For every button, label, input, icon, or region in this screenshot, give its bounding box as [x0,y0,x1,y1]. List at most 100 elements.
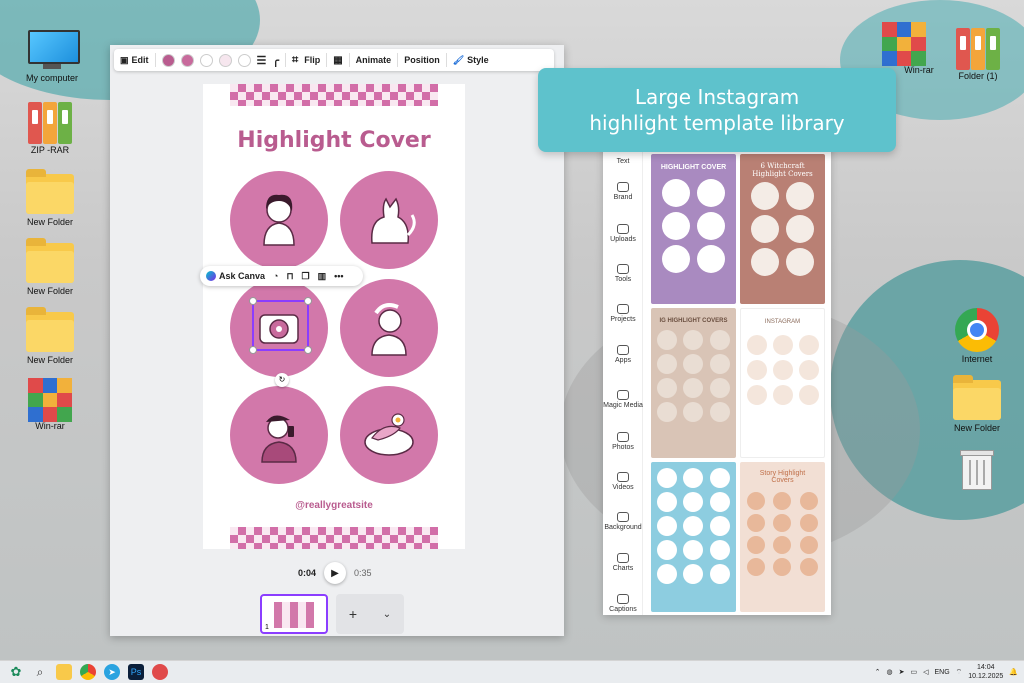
clock[interactable]: 14:04 10.12.2025 [968,663,1003,681]
highlight-circle-phone-woman[interactable] [230,386,328,484]
template-icon-grid [740,178,825,284]
clock-date: 10.12.2025 [968,673,1004,680]
template-card-1[interactable]: HIGHLIGHT COVER [651,154,736,304]
border-style-icon[interactable]: ☰ [257,54,267,67]
rail-item-tools[interactable]: Tools [603,264,643,283]
comment-icon[interactable]: ◔ [273,271,278,281]
rail-item-uploads[interactable]: Uploads [603,224,643,243]
desktop-icon-winrar[interactable]: Win-rar [10,378,90,431]
rail-item-photos[interactable]: Photos [603,432,643,451]
desktop-icon-label: ZIP -RAR [30,145,70,155]
edit-button[interactable]: ▣ Edit [120,55,149,66]
corner-rounding-icon[interactable]: ╭ [272,54,279,67]
desktop-icon-label: Win-rar [35,421,65,431]
color-swatch-4[interactable] [218,53,232,67]
ask-canva-button[interactable]: Ask Canva [206,271,265,281]
style-label: Style [467,55,489,65]
rail-item-projects[interactable]: Projects [603,304,643,323]
rotate-handle-icon[interactable]: ↻ [275,373,289,387]
desktop-icon-recycle-bin[interactable] [937,450,1017,493]
rail-item-videos[interactable]: Videos [603,472,643,491]
system-tray: ⌃ ◍ ➤ ▭ ◁ ENG ⌔ 14:04 10.12.2025 🔔 [875,663,1018,681]
wifi-icon[interactable]: ⌔ [956,668,963,677]
trash-icon[interactable]: ▥ [318,271,327,282]
resize-handle[interactable] [304,297,312,305]
photoshop-icon[interactable]: Ps [128,664,144,680]
network-icon[interactable]: ◍ [886,668,892,676]
highlight-circle-food[interactable] [340,386,438,484]
page-thumbnail[interactable]: 1 [260,594,328,634]
chevron-down-icon[interactable]: ⌄ [383,609,391,620]
desktop-icon-new-folder-3[interactable]: New Folder [10,307,90,365]
design-page[interactable]: Highlight Cover @reallygreatsite [203,84,465,549]
color-swatch-5[interactable] [237,53,251,67]
divider [326,53,328,67]
desktop-icon-new-folder-2[interactable]: New Folder [10,238,90,296]
chrome-icon[interactable] [80,664,96,680]
rail-item-apps[interactable]: Apps [603,345,643,364]
divider [445,53,447,67]
template-card-6[interactable]: Story Highlight Covers [740,462,825,612]
start-icon[interactable]: ✿ [8,664,24,680]
file-explorer-icon[interactable] [56,664,72,680]
resize-handle[interactable] [249,346,257,354]
desktop-icon-my-computer[interactable]: My computer [12,30,92,83]
highlight-circle-cat[interactable] [340,171,438,269]
color-swatch-3[interactable] [199,53,213,67]
template-card-2[interactable]: 6 Witchcraft Highlight Covers [740,154,825,304]
highlight-circle-skincare[interactable] [340,279,438,377]
desktop-icon-label: New Folder [26,286,73,296]
template-card-3[interactable]: IG HIGHLIGHT COVERS [651,308,736,458]
rail-item-brand[interactable]: Brand [603,182,643,201]
style-button[interactable]: 🖌 Style [453,55,489,66]
rail-item-captions[interactable]: Captions [603,594,643,613]
telegram-tray-icon[interactable]: ➤ [899,668,905,676]
rail-item-charts[interactable]: Charts [603,553,643,572]
add-page-icon: + [348,606,358,622]
rail-label: Apps [615,357,631,364]
template-card-5[interactable] [651,462,736,612]
highlight-circle-woman[interactable] [230,171,328,269]
color-swatch-2[interactable] [180,53,194,67]
chart-icon [617,553,629,563]
transparency-icon[interactable]: ▦ [333,55,342,66]
rail-item-magic-media[interactable]: Magic Media [603,390,643,409]
chevron-up-icon[interactable]: ⌃ [875,668,881,676]
desktop-icon-new-folder-1[interactable]: New Folder [10,169,90,227]
language-indicator[interactable]: ENG [934,669,949,676]
brand-icon [617,182,629,192]
volume-icon[interactable]: ◁ [923,668,928,676]
add-page-button[interactable]: + ⌄ [336,594,404,634]
play-button[interactable]: ▶ [324,562,347,584]
color-swatch-1[interactable] [161,53,175,67]
binders-icon [954,28,1002,70]
rail-item-background[interactable]: Background [603,512,643,531]
element-context-bar: Ask Canva ◔ ⊓ ❐ ▥ ••• [200,266,363,286]
selection-box[interactable] [249,297,312,354]
duplicate-icon[interactable]: ❐ [302,271,310,282]
folder-icon [26,307,74,352]
telegram-icon[interactable]: ➤ [104,664,120,680]
position-button[interactable]: Position [404,55,440,65]
resize-handle[interactable] [304,346,312,354]
crop-icon[interactable]: ⌗ [292,54,298,67]
rail-item-text[interactable]: Text [603,158,643,165]
search-icon[interactable]: ⌕ [32,664,48,680]
template-card-4[interactable]: INSTAGRAM [740,308,825,458]
animate-button[interactable]: Animate [356,55,392,65]
resize-handle[interactable] [249,297,257,305]
desktop-icon-new-folder-right[interactable]: New Folder [937,375,1017,433]
notification-bell-icon[interactable]: 🔔 [1009,668,1018,676]
folder-icon [26,169,74,214]
lock-icon[interactable]: ⊓ [286,271,293,282]
flip-button[interactable]: Flip [304,55,320,65]
desktop-icon-zip-rar[interactable]: ZIP -RAR [10,102,90,155]
wave-pattern-top [230,84,438,106]
battery-icon[interactable]: ▭ [910,668,917,676]
app-icon[interactable] [152,664,168,680]
desktop-icon-internet[interactable]: Internet [937,308,1017,364]
desktop-icon-folder-1[interactable]: Folder (1) [938,28,1018,81]
site-handle[interactable]: @reallygreatsite [203,500,465,511]
page-title[interactable]: Highlight Cover [203,128,465,153]
more-icon[interactable]: ••• [334,271,343,281]
